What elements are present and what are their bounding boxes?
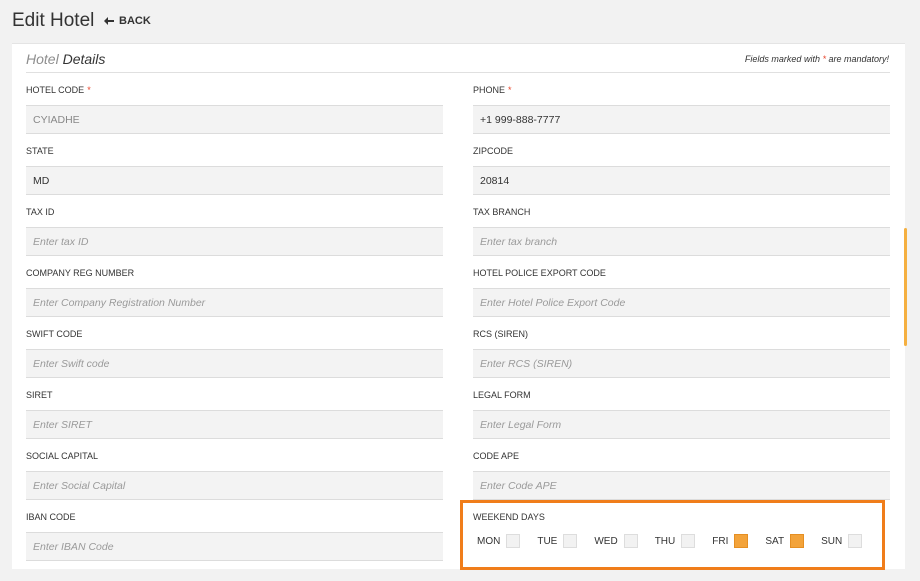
company-reg-input[interactable] bbox=[26, 288, 443, 317]
top-bar: Edit Hotel BACK bbox=[0, 0, 920, 42]
code-ape-field: CODE APE bbox=[473, 450, 890, 500]
zipcode-label: ZIPCODE bbox=[473, 146, 514, 156]
zipcode-input[interactable] bbox=[473, 166, 890, 195]
weekend-days-group: WEEKEND DAYS MON TUE WED THU FRI SAT SUN bbox=[460, 500, 885, 570]
mandatory-prefix: Fields marked with bbox=[744, 54, 823, 64]
phone-label: PHONE * bbox=[473, 84, 890, 96]
section-title-light: Hotel bbox=[26, 51, 59, 67]
day-fri: FRI bbox=[712, 534, 749, 548]
day-checkbox-mon[interactable] bbox=[506, 534, 521, 548]
day-sun: SUN bbox=[821, 534, 863, 548]
day-checkbox-sat[interactable] bbox=[790, 534, 805, 548]
social-capital-input[interactable] bbox=[26, 471, 443, 500]
state-label: STATE bbox=[26, 146, 54, 156]
iban-label: IBAN CODE bbox=[26, 512, 76, 522]
tax-id-field: TAX ID bbox=[26, 206, 443, 256]
day-thu: THU bbox=[655, 534, 696, 548]
page-title: Edit Hotel bbox=[12, 10, 95, 31]
day-label: FRI bbox=[712, 535, 729, 547]
required-star: * bbox=[508, 85, 512, 95]
hotel-code-input[interactable] bbox=[26, 105, 443, 134]
day-label: WED bbox=[594, 535, 618, 547]
social-capital-field: SOCIAL CAPITAL bbox=[26, 450, 443, 500]
day-checkbox-sun[interactable] bbox=[848, 534, 863, 548]
legal-form-field: LEGAL FORM bbox=[473, 389, 890, 439]
section-title: Hotel Details bbox=[26, 51, 105, 67]
phone-field: PHONE * bbox=[473, 84, 890, 134]
back-button[interactable]: BACK bbox=[104, 15, 151, 27]
iban-input[interactable] bbox=[26, 532, 443, 561]
iban-field: IBAN CODE bbox=[26, 511, 443, 561]
tax-branch-field: TAX BRANCH bbox=[473, 206, 890, 256]
day-tue: TUE bbox=[537, 534, 578, 548]
rcs-label: RCS (SIREN) bbox=[473, 329, 529, 339]
back-label: BACK bbox=[119, 15, 151, 27]
day-label: THU bbox=[654, 535, 676, 547]
code-ape-label: CODE APE bbox=[473, 451, 520, 461]
tax-id-label: TAX ID bbox=[26, 207, 55, 217]
weekend-days-list: MON TUE WED THU FRI SAT SUN bbox=[477, 534, 863, 548]
day-label: TUE bbox=[537, 535, 558, 547]
weekend-days-label: WEEKEND DAYS bbox=[473, 512, 545, 522]
day-label: SAT bbox=[765, 535, 785, 547]
hotel-details-panel: Hotel Details Fields marked with * are m… bbox=[12, 43, 905, 570]
hotel-code-field: HOTEL CODE * bbox=[26, 84, 443, 134]
zipcode-field: ZIPCODE bbox=[473, 145, 890, 195]
day-wed: WED bbox=[594, 534, 638, 548]
tax-id-input[interactable] bbox=[26, 227, 443, 256]
day-sat: SAT bbox=[765, 534, 805, 548]
rcs-field: RCS (SIREN) bbox=[473, 328, 890, 378]
legal-form-input[interactable] bbox=[473, 410, 890, 439]
rcs-input[interactable] bbox=[473, 349, 890, 378]
tax-branch-label: TAX BRANCH bbox=[473, 207, 531, 217]
mandatory-suffix: are mandatory! bbox=[825, 54, 889, 64]
day-mon: MON bbox=[477, 534, 521, 548]
swift-input[interactable] bbox=[26, 349, 443, 378]
siret-field: SIRET bbox=[26, 389, 443, 439]
social-capital-label: SOCIAL CAPITAL bbox=[26, 451, 99, 461]
section-divider bbox=[26, 72, 890, 73]
code-ape-input[interactable] bbox=[473, 471, 890, 500]
hotel-code-label: HOTEL CODE * bbox=[26, 84, 443, 96]
company-reg-label: COMPANY REG NUMBER bbox=[26, 268, 135, 278]
day-label: MON bbox=[477, 535, 501, 547]
swift-label: SWIFT CODE bbox=[26, 329, 83, 339]
police-export-input[interactable] bbox=[473, 288, 890, 317]
day-checkbox-fri[interactable] bbox=[734, 534, 749, 548]
phone-label-text: PHONE bbox=[473, 85, 506, 95]
legal-form-label: LEGAL FORM bbox=[473, 390, 531, 400]
siret-label: SIRET bbox=[26, 390, 53, 400]
arrow-left-icon bbox=[104, 17, 114, 25]
police-export-field: HOTEL POLICE EXPORT CODE bbox=[473, 267, 890, 317]
required-star: * bbox=[87, 85, 91, 95]
state-field: STATE bbox=[26, 145, 443, 195]
vertical-scrollbar[interactable] bbox=[904, 228, 907, 346]
company-reg-field: COMPANY REG NUMBER bbox=[26, 267, 443, 317]
police-export-label: HOTEL POLICE EXPORT CODE bbox=[473, 268, 606, 278]
section-title-strong: Details bbox=[62, 51, 106, 67]
state-input[interactable] bbox=[26, 166, 443, 195]
siret-input[interactable] bbox=[26, 410, 443, 439]
day-checkbox-thu[interactable] bbox=[681, 534, 696, 548]
hotel-code-label-text: HOTEL CODE bbox=[26, 85, 85, 95]
phone-input[interactable] bbox=[473, 105, 890, 134]
mandatory-note: Fields marked with * are mandatory! bbox=[745, 54, 889, 64]
day-label: SUN bbox=[821, 535, 843, 547]
day-checkbox-wed[interactable] bbox=[623, 534, 638, 548]
day-checkbox-tue[interactable] bbox=[563, 534, 578, 548]
tax-branch-input[interactable] bbox=[473, 227, 890, 256]
swift-field: SWIFT CODE bbox=[26, 328, 443, 378]
